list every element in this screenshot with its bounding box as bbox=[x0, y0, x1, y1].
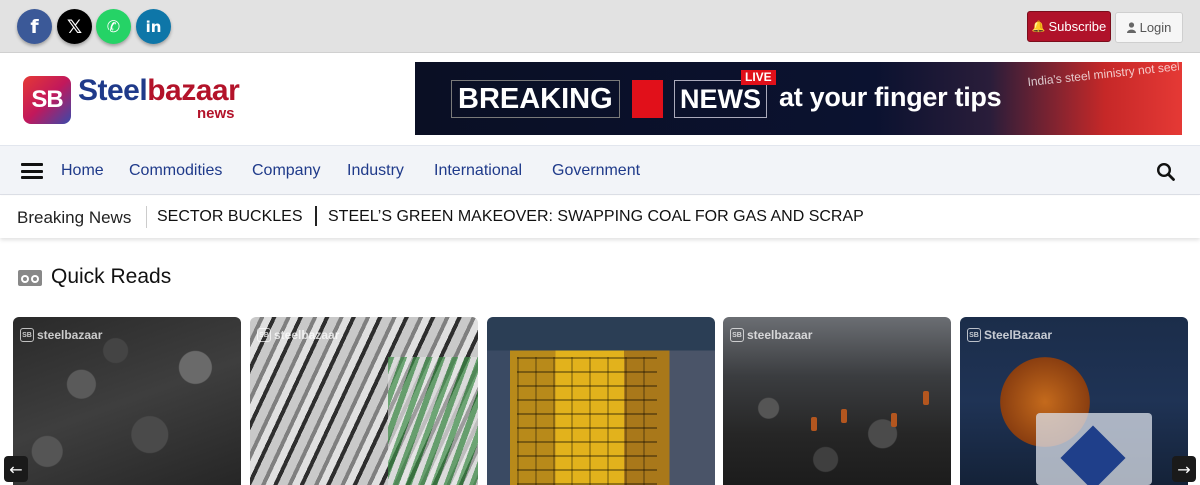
menu-icon[interactable] bbox=[21, 163, 43, 179]
nav-item-government[interactable]: Government bbox=[552, 162, 640, 180]
nav-item-company[interactable]: Company bbox=[252, 162, 320, 180]
card-watermark: SB steelbazaar bbox=[257, 328, 339, 342]
banner-breaking-text: BREAKING bbox=[451, 80, 620, 118]
card-watermark: SB steelbazaar bbox=[20, 328, 102, 342]
quick-read-card[interactable] bbox=[487, 317, 715, 485]
subscribe-label: Subscribe bbox=[1048, 19, 1107, 34]
banner-live-badge: LIVE bbox=[741, 70, 776, 85]
facebook-icon[interactable]: f bbox=[17, 9, 52, 44]
search-icon[interactable] bbox=[1156, 162, 1176, 182]
ticker-headline[interactable]: STEEL’S GREEN MAKEOVER: SWAPPING COAL FO… bbox=[328, 208, 864, 226]
bell-icon: 🔔 bbox=[1031, 21, 1046, 33]
site-logo[interactable]: SB Steelbazaar news bbox=[23, 73, 253, 126]
login-label: Login bbox=[1139, 20, 1172, 35]
nav-item-commodities[interactable]: Commodities bbox=[129, 162, 222, 180]
carousel-next-button[interactable]: → bbox=[1172, 456, 1196, 482]
quick-reads-title: Quick Reads bbox=[51, 265, 172, 288]
top-bar: f 𝕏 ✆ in 🔔 Subscribe Login bbox=[0, 0, 1200, 53]
glasses-icon bbox=[18, 270, 42, 286]
ticker-divider bbox=[146, 206, 147, 228]
logo-badge: SB bbox=[23, 76, 71, 124]
subscribe-button[interactable]: 🔔 Subscribe bbox=[1027, 11, 1111, 42]
quick-read-card[interactable]: SB steelbazaar bbox=[250, 317, 478, 485]
logo-wordmark: Steelbazaar bbox=[78, 73, 240, 109]
ticker-headline[interactable]: SECTOR BUCKLES bbox=[157, 208, 303, 226]
nav-item-international[interactable]: International bbox=[434, 162, 522, 180]
user-icon bbox=[1126, 22, 1136, 33]
quick-read-card[interactable]: SB steelbazaar bbox=[723, 317, 951, 485]
card-watermark: SB SteelBazaar bbox=[967, 328, 1052, 342]
ticker-separator bbox=[315, 206, 317, 226]
breaking-news-ticker: Breaking News SECTOR BUCKLES STEEL’S GRE… bbox=[0, 196, 1200, 238]
logo-news-text: news bbox=[197, 105, 235, 122]
x-twitter-icon[interactable]: 𝕏 bbox=[57, 9, 92, 44]
card-watermark: SB steelbazaar bbox=[730, 328, 812, 342]
banner-news-text: NEWS bbox=[674, 80, 767, 118]
main-navigation: Home Commodities Company Industry Intern… bbox=[0, 145, 1200, 195]
breaking-news-banner[interactable]: BREAKING NEWS LIVE at your finger tips I… bbox=[415, 62, 1182, 135]
linkedin-icon[interactable]: in bbox=[136, 9, 171, 44]
company-logo-overlay bbox=[1036, 413, 1152, 485]
login-button[interactable]: Login bbox=[1115, 12, 1183, 43]
ticker-label: Breaking News bbox=[17, 208, 132, 227]
carousel-prev-button[interactable]: ← bbox=[4, 456, 28, 482]
quick-read-card[interactable]: SB steelbazaar bbox=[13, 317, 241, 485]
logo-bazaar-text: bazaar bbox=[147, 74, 240, 107]
logo-steel-text: Steel bbox=[78, 74, 148, 107]
banner-headline-snippet: India's steel ministry not seeking highe… bbox=[1026, 62, 1182, 90]
whatsapp-icon[interactable]: ✆ bbox=[96, 9, 131, 44]
banner-red-block bbox=[632, 80, 663, 118]
banner-tagline: at your finger tips bbox=[779, 82, 1002, 112]
quick-read-card[interactable]: SB SteelBazaar bbox=[960, 317, 1188, 485]
nav-item-industry[interactable]: Industry bbox=[347, 162, 404, 180]
nav-item-home[interactable]: Home bbox=[61, 162, 104, 180]
